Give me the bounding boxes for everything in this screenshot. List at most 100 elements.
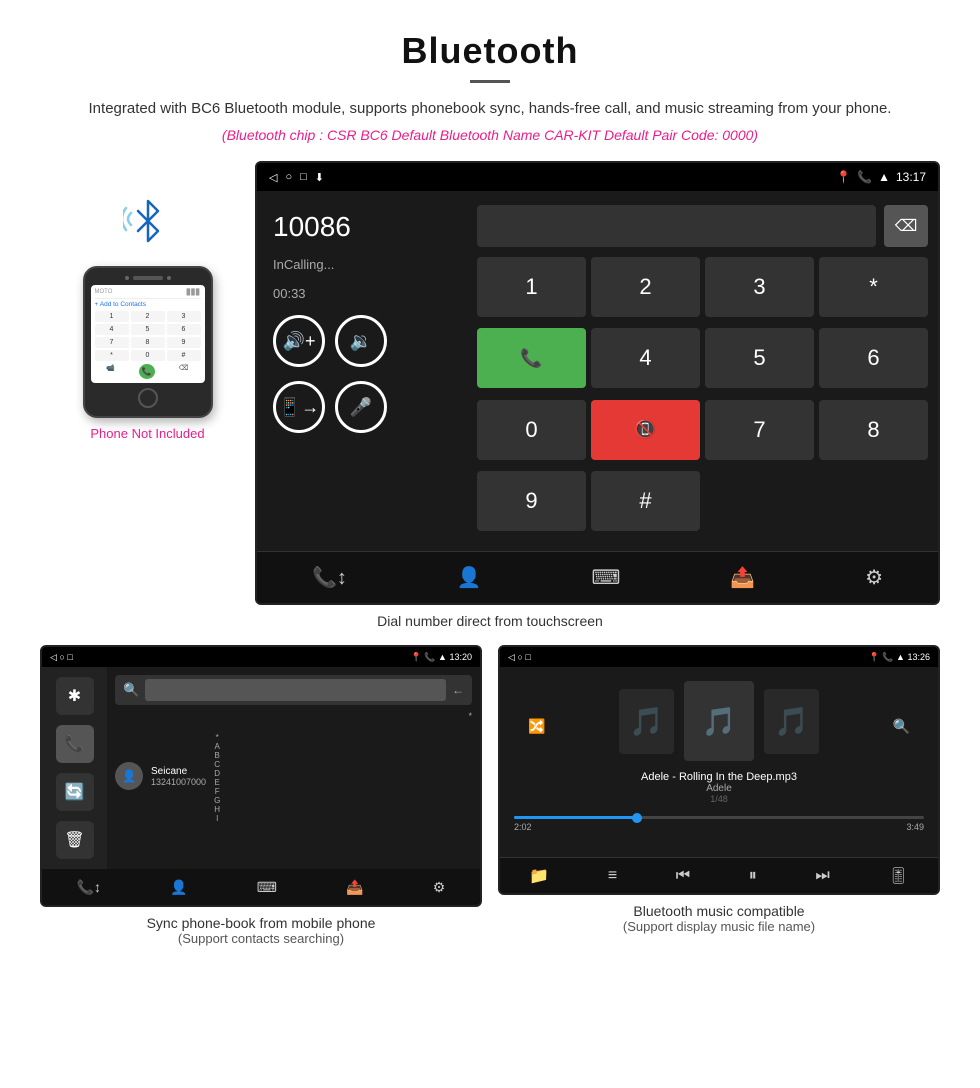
- music-progress-bar[interactable]: [514, 816, 924, 819]
- time-display: 13:17: [896, 170, 926, 184]
- phone-key-star[interactable]: *: [95, 350, 129, 361]
- phone-key-4[interactable]: 4: [95, 324, 129, 335]
- transfer-button[interactable]: 📱→: [273, 381, 325, 433]
- pb-back-arrow: ←: [452, 683, 464, 697]
- music-nav-prev[interactable]: ⏮: [676, 867, 690, 885]
- pb-sync-icon[interactable]: 🔄: [56, 773, 94, 811]
- pb-nav-settings[interactable]: ⚙: [433, 879, 446, 896]
- status-left-icons: ◁ ○ □ ⬇: [269, 171, 324, 184]
- phone-key-6[interactable]: 6: [167, 324, 201, 335]
- pb-contact-row: 👤 Seicane 13241007000 * A B C D: [115, 725, 472, 827]
- phone-key-7[interactable]: 7: [95, 337, 129, 348]
- music-album-area: 🔀 🎵 🎵 🎵 🔍: [514, 681, 924, 771]
- phonebook-caption-sub: (Support contacts searching): [40, 931, 482, 946]
- nav-transfer[interactable]: 📤: [730, 565, 755, 590]
- pb-nav-calls[interactable]: 📞↕: [77, 879, 101, 896]
- phone-key-5[interactable]: 5: [131, 324, 165, 335]
- pb-call-icon[interactable]: 📞: [56, 725, 94, 763]
- keypad-key-hash[interactable]: #: [591, 471, 700, 531]
- keypad-key-4[interactable]: 4: [591, 328, 700, 388]
- music-body: 🔀 🎵 🎵 🎵 🔍: [500, 667, 938, 857]
- call-left-panel: 10086 InCalling... 00:33 🔊+ 🔉 📱→: [257, 191, 467, 551]
- keypad-key-0[interactable]: 0: [477, 400, 586, 460]
- music-nav-eq[interactable]: 🎚: [888, 866, 908, 886]
- dialer-input-field[interactable]: [477, 205, 876, 247]
- phone-top-bar: [91, 276, 205, 280]
- pb-status-right: 📍 📞 ▲ 13:20: [411, 652, 472, 663]
- bottom-screens: ◁ ○ □ 📍 📞 ▲ 13:20 ✱ 📞 🔄 🗑: [40, 645, 940, 946]
- keypad-key-1[interactable]: 1: [477, 257, 586, 317]
- music-screen-wrap: ◁ ○ □ 📍 📞 ▲ 13:26 🔀 🎵: [498, 645, 940, 946]
- phone-screen-header: MOTO ▊▊▊: [95, 289, 201, 299]
- phonebook-left-panel: ✱ 📞 🔄 🗑: [42, 667, 107, 869]
- pb-location-icon: 📍 📞 ▲: [411, 652, 450, 662]
- keypad-end-call-button[interactable]: 📵: [591, 400, 700, 460]
- phone-screen: MOTO ▊▊▊ + Add to Contacts 1 2 3 4 5 6 7…: [91, 285, 205, 383]
- phone-dot-2: [167, 276, 171, 280]
- volume-up-button[interactable]: 🔊+: [273, 315, 325, 367]
- keypad-key-3[interactable]: 3: [705, 257, 814, 317]
- phone-key-3[interactable]: 3: [167, 311, 201, 322]
- phone-key-8[interactable]: 8: [131, 337, 165, 348]
- keypad-key-9[interactable]: 9: [477, 471, 586, 531]
- keypad-call-button[interactable]: 📞: [477, 328, 586, 388]
- phone-home-button[interactable]: [138, 388, 158, 408]
- music-shuffle-icon[interactable]: 🔀: [528, 718, 545, 735]
- phone-key-hash[interactable]: #: [167, 350, 201, 361]
- pb-nav-contacts[interactable]: 👤: [170, 879, 187, 896]
- music-nav-folder[interactable]: 📁: [529, 866, 549, 886]
- music-status-right: 📍 📞 ▲ 13:26: [869, 652, 930, 663]
- pb-contact-avatar: 👤: [115, 762, 143, 790]
- music-nav-next[interactable]: ⏭: [815, 867, 829, 885]
- music-nav-list[interactable]: ≡: [608, 867, 617, 885]
- phone-call-button[interactable]: 📞: [139, 364, 155, 379]
- header-divider: [470, 80, 510, 83]
- phonebook-screen: ◁ ○ □ 📍 📞 ▲ 13:20 ✱ 📞 🔄 🗑: [40, 645, 482, 907]
- keypad-key-2[interactable]: 2: [591, 257, 700, 317]
- nav-settings[interactable]: ⚙: [865, 565, 883, 590]
- wifi-icon: ▲: [878, 170, 890, 184]
- call-timer-display: 00:33: [273, 286, 451, 301]
- car-screen-call: ◁ ○ □ ⬇ 📍 📞 ▲ 13:17 10086 InCalling...: [255, 161, 940, 605]
- music-caption-main: Bluetooth music compatible: [498, 903, 940, 919]
- phone-key-0[interactable]: 0: [131, 350, 165, 361]
- pb-search-field[interactable]: [145, 679, 446, 701]
- call-right-panel: ⌫ 1 2 3 * 📞 4 5 6 0: [467, 191, 938, 551]
- phone-key-9[interactable]: 9: [167, 337, 201, 348]
- phone-mockup: MOTO ▊▊▊ + Add to Contacts 1 2 3 4 5 6 7…: [83, 266, 213, 418]
- keypad-key-7[interactable]: 7: [705, 400, 814, 460]
- nav-keypad[interactable]: ⌨: [592, 565, 621, 590]
- pb-nav-transfer[interactable]: 📤: [346, 879, 363, 896]
- keypad-key-8[interactable]: 8: [819, 400, 928, 460]
- keypad-key-5[interactable]: 5: [705, 328, 814, 388]
- music-nav-play[interactable]: ⏸: [749, 867, 757, 885]
- volume-down-button[interactable]: 🔉: [335, 315, 387, 367]
- keypad-key-star[interactable]: *: [819, 257, 928, 317]
- album-art-right: 🎵: [764, 689, 819, 754]
- backspace-icon: ⌫: [895, 216, 918, 236]
- mute-button[interactable]: 🎤: [335, 381, 387, 433]
- pb-bluetooth-icon: ✱: [56, 677, 94, 715]
- phone-key-1[interactable]: 1: [95, 311, 129, 322]
- music-bottom-nav: 📁 ≡ ⏮ ⏸ ⏭ 🎚: [500, 857, 938, 893]
- nav-calls[interactable]: 📞↕: [312, 565, 347, 590]
- pb-nav-keypad[interactable]: ⌨: [257, 879, 277, 896]
- music-artist: Adele: [641, 783, 797, 794]
- nav-contacts[interactable]: 👤: [457, 565, 482, 590]
- bluetooth-icon: [123, 191, 173, 256]
- keypad-key-6[interactable]: 6: [819, 328, 928, 388]
- keypad-grid: 1 2 3 * 📞 4 5 6 0 📵 7: [477, 257, 928, 537]
- pb-search-icon: 🔍: [123, 682, 139, 698]
- music-track: 1/48: [641, 794, 797, 804]
- pb-delete-icon[interactable]: 🗑: [56, 821, 94, 859]
- download-icon: ⬇: [315, 171, 324, 184]
- music-time-current: 2:02: [514, 822, 532, 832]
- phone-keypad: 1 2 3 4 5 6 7 8 9 * 0 #: [95, 311, 201, 361]
- header-description: Integrated with BC6 Bluetooth module, su…: [40, 97, 940, 121]
- phone-key-2[interactable]: 2: [131, 311, 165, 322]
- call-screen-caption: Dial number direct from touchscreen: [40, 613, 940, 629]
- dialer-backspace-button[interactable]: ⌫: [884, 205, 928, 247]
- music-search-icon[interactable]: 🔍: [893, 718, 910, 735]
- call-number-display: 10086: [273, 211, 451, 243]
- pb-time: 13:20: [449, 652, 472, 662]
